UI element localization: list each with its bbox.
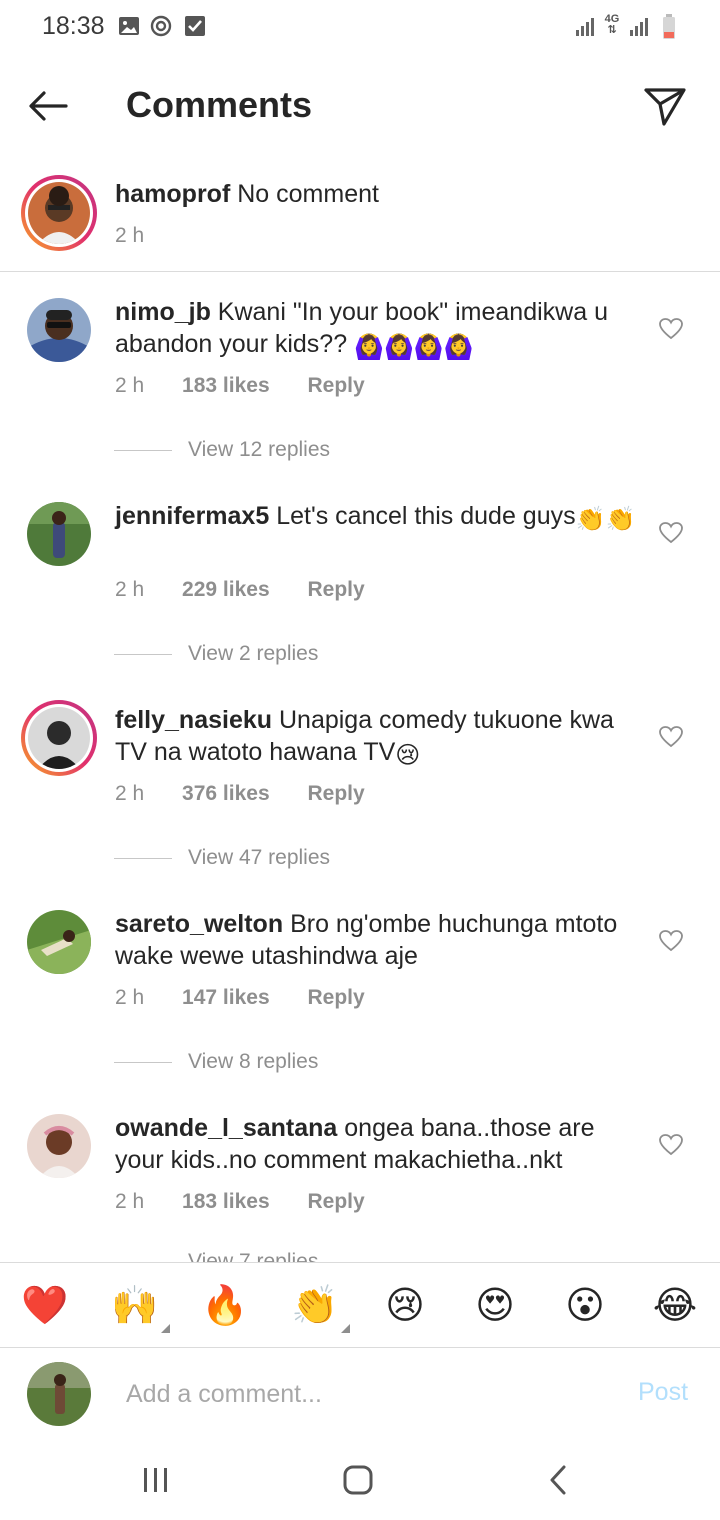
header: Comments — [0, 64, 720, 148]
emoji-raised-hands: 🙌 — [111, 1285, 159, 1327]
post-caption: hamoprof No comment 2 h — [0, 168, 720, 272]
comment-meta: 2 h 229 likes Reply — [115, 578, 397, 602]
comment-emoji: 🙆‍♀️🙆‍♀️🙆‍♀️🙆‍♀️ — [354, 334, 474, 361]
status-bar: 18:38 4G ⇅ — [0, 0, 720, 56]
avatar-sareto_welton[interactable] — [27, 910, 91, 974]
view-replies-button[interactable]: View 8 replies — [114, 1050, 318, 1074]
gallery-icon — [119, 17, 139, 35]
comment-text: sareto_welton Bro ng'ombe huchunga mtoto… — [115, 908, 645, 972]
emoji-crying-button[interactable]: 😢 — [380, 1283, 430, 1329]
comment-likes[interactable]: 229 likes — [182, 578, 270, 602]
reply-button[interactable]: Reply — [307, 1190, 364, 1214]
reply-button[interactable]: Reply — [307, 374, 364, 398]
comment-likes[interactable]: 183 likes — [182, 1190, 270, 1214]
comment-emoji: 👏👏 — [575, 506, 636, 533]
skin-tone-indicator — [161, 1324, 170, 1333]
comment-time: 2 h — [115, 782, 145, 805]
comment-meta: 2 h 147 likes Reply — [115, 986, 397, 1010]
view-replies-button[interactable]: View 2 replies — [114, 642, 318, 666]
reply-button[interactable]: Reply — [307, 986, 364, 1010]
comment-time: 2 h — [115, 986, 145, 1009]
comment-username[interactable]: felly_nasieku — [115, 706, 272, 734]
recent-apps-icon[interactable] — [138, 1462, 174, 1498]
comment-likes[interactable]: 183 likes — [182, 374, 270, 398]
comment-text: owande_l_santana ongea bana..those are y… — [115, 1112, 645, 1176]
comment-text: jennifermax5 Let's cancel this dude guys… — [115, 500, 645, 532]
back-arrow-icon[interactable] — [26, 84, 70, 128]
view-replies-button[interactable]: View 12 replies — [114, 438, 330, 462]
view-replies-button[interactable]: View 47 replies — [114, 846, 330, 870]
emoji-clap-button[interactable]: 👏 — [290, 1283, 350, 1333]
comment-input[interactable] — [126, 1376, 606, 1412]
view-replies-label: View 47 replies — [188, 846, 331, 869]
caption-meta: 2 h — [115, 224, 176, 248]
reply-button[interactable]: Reply — [307, 578, 364, 602]
caption-username[interactable]: hamoprof — [115, 180, 230, 208]
comment-meta: 2 h 376 likes Reply — [115, 782, 397, 806]
caption-body: No comment — [237, 180, 379, 208]
avatar-felly_nasieku[interactable] — [21, 700, 97, 776]
caption-avatar[interactable] — [21, 175, 97, 251]
battery-icon — [663, 14, 675, 39]
view-replies-label: View 2 replies — [188, 642, 319, 665]
emoji-surprised-button[interactable]: 😮 — [560, 1283, 610, 1329]
heart-icon[interactable] — [658, 1132, 684, 1158]
view-replies-label: View 12 replies — [188, 438, 331, 461]
comment-text: nimo_jb Kwani "In your book" imeandikwa … — [115, 296, 645, 360]
emoji-heart-button[interactable]: ❤️ — [20, 1283, 70, 1329]
heart-icon[interactable] — [658, 724, 684, 750]
signal-icon — [576, 18, 594, 36]
emoji-clap: 👏 — [291, 1285, 339, 1327]
skin-tone-indicator — [341, 1324, 350, 1333]
emoji-reaction-bar: ❤️ 🙌 🔥 👏 😢 😍 😮 😂 — [0, 1262, 720, 1348]
network-type: 4G ⇅ — [604, 13, 620, 36]
comment-meta: 2 h 183 likes Reply — [115, 1190, 397, 1214]
comment-composer: Post — [0, 1350, 720, 1440]
emoji-heart-eyes-button[interactable]: 😍 — [470, 1283, 520, 1329]
home-icon[interactable] — [340, 1462, 376, 1498]
heart-icon[interactable] — [658, 316, 684, 342]
comment-time: 2 h — [115, 1190, 145, 1213]
avatar-jennifermax5[interactable] — [27, 502, 91, 566]
comment-username[interactable]: jennifermax5 — [115, 502, 269, 530]
nav-back-icon[interactable] — [542, 1462, 578, 1498]
signal-icon-2 — [630, 18, 648, 36]
page-title: Comments — [126, 84, 313, 125]
comment-time: 2 h — [115, 578, 145, 601]
comment-text: felly_nasieku Unapiga comedy tukuone kwa… — [115, 704, 645, 768]
comment-emoji: 😢 — [395, 742, 421, 769]
view-replies-label: View 8 replies — [188, 1050, 319, 1073]
avatar-image — [28, 707, 90, 769]
avatar-owande_l_santana[interactable] — [27, 1114, 91, 1178]
comment-username[interactable]: owande_l_santana — [115, 1114, 337, 1142]
emoji-raised-hands-button[interactable]: 🙌 — [110, 1283, 170, 1333]
heart-icon[interactable] — [658, 928, 684, 954]
send-icon[interactable] — [640, 82, 688, 130]
reply-button[interactable]: Reply — [307, 782, 364, 806]
comment-meta: 2 h 183 likes Reply — [115, 374, 397, 398]
comment-likes[interactable]: 376 likes — [182, 782, 270, 806]
comment-body: Let's cancel this dude guys — [276, 502, 576, 530]
emoji-fire-button[interactable]: 🔥 — [200, 1283, 250, 1329]
checkbox-icon — [185, 16, 205, 36]
emoji-laughing-button[interactable]: 😂 — [650, 1283, 700, 1329]
caption-text: hamoprof No comment — [115, 178, 645, 210]
avatar-hamoprof — [28, 182, 90, 244]
comment-likes[interactable]: 147 likes — [182, 986, 270, 1010]
current-user-avatar — [27, 1362, 91, 1426]
comment-username[interactable]: sareto_welton — [115, 910, 283, 938]
status-time: 18:38 — [42, 12, 105, 40]
post-button[interactable]: Post — [638, 1378, 688, 1407]
system-nav-bar — [0, 1440, 720, 1520]
sync-icon — [150, 15, 172, 37]
comment-time: 2 h — [115, 374, 145, 397]
caption-time: 2 h — [115, 224, 145, 247]
avatar-nimo_jb[interactable] — [27, 298, 91, 362]
heart-icon[interactable] — [658, 520, 684, 546]
comment-username[interactable]: nimo_jb — [115, 298, 211, 326]
